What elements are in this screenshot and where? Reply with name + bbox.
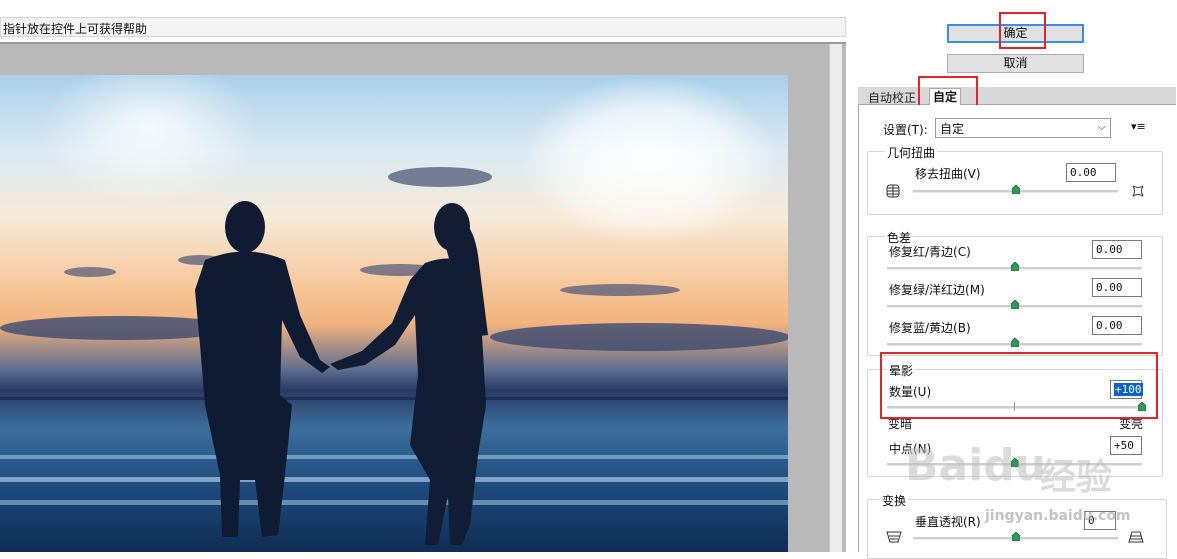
transform-title: 变换 bbox=[880, 492, 909, 509]
vignette-midpoint-field[interactable]: +50 bbox=[1110, 436, 1142, 455]
red-cyan-field[interactable]: 0.00 bbox=[1092, 240, 1142, 259]
blue-yellow-field[interactable]: 0.00 bbox=[1092, 316, 1142, 335]
green-magenta-label: 修复绿/洋红边(M) bbox=[889, 283, 985, 297]
settings-menu-icon[interactable]: ▾≡ bbox=[1131, 120, 1146, 133]
watermark-brand: Baidu bbox=[905, 440, 1047, 491]
help-tip-text: 指针放在控件上可获得帮助 bbox=[3, 22, 148, 36]
cancel-button[interactable]: 取消 bbox=[947, 54, 1084, 73]
red-cyan-label: 修复红/青边(C) bbox=[889, 245, 971, 259]
preview-scrollbar[interactable] bbox=[829, 44, 842, 552]
remove-distortion-field[interactable]: 0.00 bbox=[1066, 163, 1116, 182]
green-magenta-field[interactable]: 0.00 bbox=[1092, 278, 1142, 297]
pincushion-icon[interactable] bbox=[886, 184, 900, 201]
chevron-down-icon: ⌵ bbox=[1097, 120, 1106, 133]
green-magenta-slider-knob[interactable] bbox=[1010, 300, 1019, 309]
remove-distortion-label: 移去扭曲(V) bbox=[915, 167, 981, 181]
settings-selected-value: 自定 bbox=[940, 122, 965, 136]
ok-highlight-box bbox=[999, 12, 1046, 49]
settings-label: 设置(T): bbox=[883, 123, 928, 137]
remove-distortion-slider-knob[interactable] bbox=[1011, 185, 1020, 194]
preview-image bbox=[0, 75, 788, 552]
watermark-product: 经验 bbox=[1040, 457, 1113, 498]
blue-yellow-slider-knob[interactable] bbox=[1010, 338, 1019, 347]
tab-auto-correction[interactable]: 自动校正 bbox=[868, 89, 916, 106]
silhouette-illustration bbox=[0, 167, 788, 545]
custom-tab-highlight-box bbox=[918, 76, 978, 107]
vertical-perspective-slider-knob[interactable] bbox=[1011, 532, 1020, 541]
geometric-distortion-title: 几何扭曲 bbox=[885, 144, 938, 161]
blue-yellow-label: 修复蓝/黄边(B) bbox=[889, 321, 971, 335]
vertical-perspective-label: 垂直透视(R) bbox=[915, 515, 981, 529]
vignette-highlight-box bbox=[880, 352, 1158, 419]
settings-dropdown[interactable]: 自定 ⌵ bbox=[935, 118, 1111, 138]
red-cyan-slider-knob[interactable] bbox=[1010, 262, 1019, 271]
watermark-url: jingyan.baidu.com bbox=[985, 508, 1131, 524]
barrel-icon[interactable] bbox=[1131, 184, 1145, 201]
perspective-bottom-icon[interactable] bbox=[1128, 530, 1144, 547]
perspective-top-icon[interactable] bbox=[886, 530, 902, 547]
help-tip-bar: 指针放在控件上可获得帮助 bbox=[0, 17, 846, 37]
